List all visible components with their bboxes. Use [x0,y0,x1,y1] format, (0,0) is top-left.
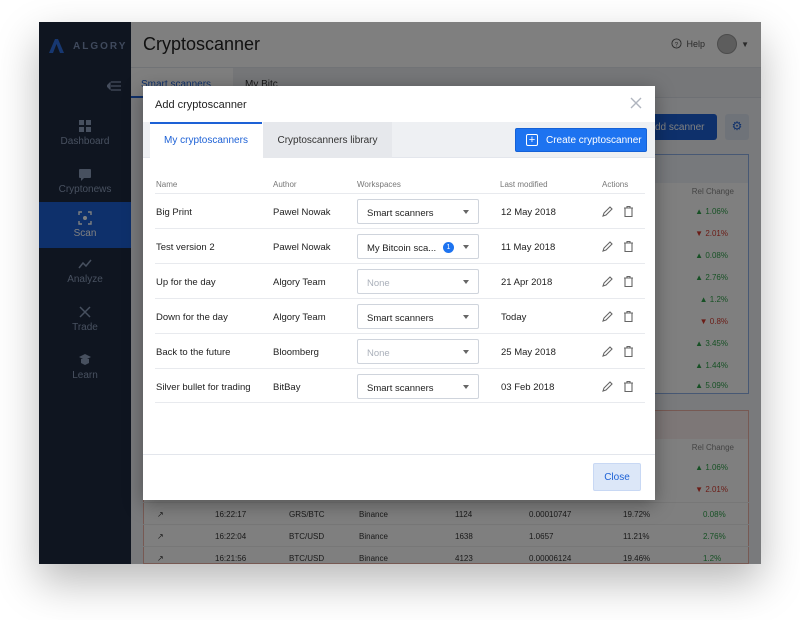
workspace-select[interactable]: Smart scanners [357,304,479,329]
scanner-author: Pawel Nowak [273,207,331,218]
scanner-author: Algory Team [273,312,326,323]
workspace-count-badge: 1 [443,242,454,253]
dialog-tabs: My cryptoscanners Cryptoscanners library… [143,122,655,158]
scanner-author: Pawel Nowak [273,242,331,253]
scanner-name: Big Print [156,207,192,218]
scanner-modified: 25 May 2018 [501,347,556,358]
scanner-modified: 03 Feb 2018 [501,382,555,393]
workspace-select[interactable]: Smart scanners [357,199,479,224]
edit-icon[interactable] [601,310,614,323]
add-cryptoscanner-dialog: Add cryptoscanner My cryptoscanners Cryp… [143,86,655,500]
table-header: Name Author Workspaces Last modified Act… [155,180,645,194]
edit-icon[interactable] [601,380,614,393]
scanner-modified: 21 Apr 2018 [501,277,553,288]
scanner-modified: Today [501,312,527,323]
chevron-down-icon [463,350,469,354]
scanner-author: Algory Team [273,277,326,288]
chevron-down-icon [463,210,469,214]
scanner-modified: 11 May 2018 [501,242,556,253]
chevron-down-icon [463,280,469,284]
close-icon[interactable] [629,96,643,110]
trash-icon[interactable] [622,310,635,323]
workspace-select[interactable]: My Bitcoin sca... 1 [357,234,479,259]
dialog-footer: Close [143,454,655,500]
table-row: Down for the day Algory Team Smart scann… [155,298,645,333]
column-header-workspaces: Workspaces [357,180,401,189]
workspace-select[interactable]: None [357,269,479,294]
dialog-title: Add cryptoscanner [155,99,247,111]
trash-icon[interactable] [622,380,635,393]
chevron-down-icon [463,385,469,389]
column-header-name: Name [156,180,178,189]
workspace-select[interactable]: None [357,339,479,364]
edit-icon[interactable] [601,345,614,358]
scanner-author: BitBay [273,382,301,393]
scanner-name: Down for the day [156,312,228,323]
trash-icon[interactable] [622,205,635,218]
tab-my-cryptoscanners[interactable]: My cryptoscanners [150,122,262,158]
scanner-modified: 12 May 2018 [501,207,556,218]
table-row: Big Print Pawel Nowak Smart scanners 12 … [155,193,645,228]
workspace-select-value: Smart scanners [367,313,434,324]
scanner-table: Big Print Pawel Nowak Smart scanners 12 … [155,193,645,403]
workspace-select-value: Smart scanners [367,208,434,219]
table-row: Test version 2 Pawel Nowak My Bitcoin sc… [155,228,645,263]
plus-icon: + [526,134,538,146]
column-header-last-modified: Last modified [500,180,548,189]
table-row: Back to the future Bloomberg None 25 May… [155,333,645,368]
workspace-select[interactable]: Smart scanners [357,374,479,399]
create-button-label: Create cryptoscanner [546,134,642,146]
edit-icon[interactable] [601,240,614,253]
chevron-down-icon [463,315,469,319]
scanner-author: Bloomberg [273,347,319,358]
scanner-name: Test version 2 [156,242,215,253]
trash-icon[interactable] [622,345,635,358]
edit-icon[interactable] [601,275,614,288]
scanner-name: Silver bullet for trading [156,382,251,393]
workspace-select-value: Smart scanners [367,383,434,394]
close-button[interactable]: Close [593,463,641,491]
app-window: ALGORY Dashboard Cryptonews Scan Analyze… [39,22,761,564]
workspace-select-value: My Bitcoin sca... [367,243,437,254]
table-row: Silver bullet for trading BitBay Smart s… [155,368,645,403]
table-row: Up for the day Algory Team None 21 Apr 2… [155,263,645,298]
edit-icon[interactable] [601,205,614,218]
workspace-select-value: None [367,278,390,289]
column-header-author: Author [273,180,297,189]
tab-cryptoscanners-library[interactable]: Cryptoscanners library [262,122,392,158]
chevron-down-icon [463,245,469,249]
create-cryptoscanner-button[interactable]: + Create cryptoscanner [515,128,647,152]
column-header-actions: Actions [602,180,629,189]
workspace-select-value: None [367,348,390,359]
trash-icon[interactable] [622,240,635,253]
scanner-name: Back to the future [156,347,231,358]
trash-icon[interactable] [622,275,635,288]
scanner-name: Up for the day [156,277,216,288]
